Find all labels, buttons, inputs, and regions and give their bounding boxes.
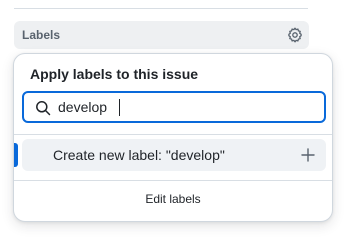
create-new-label-option[interactable]: Create new label: "develop" xyxy=(22,139,326,171)
apply-labels-popover: Apply labels to this issue Create new la… xyxy=(13,53,333,222)
plus-icon xyxy=(301,148,315,162)
divider xyxy=(14,180,332,181)
gear-icon[interactable] xyxy=(287,27,303,43)
search-input[interactable] xyxy=(58,96,313,118)
search-icon xyxy=(36,101,51,116)
create-new-label-text: Create new label: "develop" xyxy=(53,147,225,163)
search-field[interactable] xyxy=(22,91,326,123)
labels-header-title: Labels xyxy=(22,28,61,42)
active-indicator xyxy=(14,143,18,167)
divider xyxy=(14,134,332,135)
sidebar-divider xyxy=(14,8,308,9)
edit-labels-link[interactable]: Edit labels xyxy=(14,192,332,206)
popover-title: Apply labels to this issue xyxy=(30,66,199,82)
labels-section-header[interactable]: Labels xyxy=(14,21,309,49)
text-caret xyxy=(119,99,120,116)
